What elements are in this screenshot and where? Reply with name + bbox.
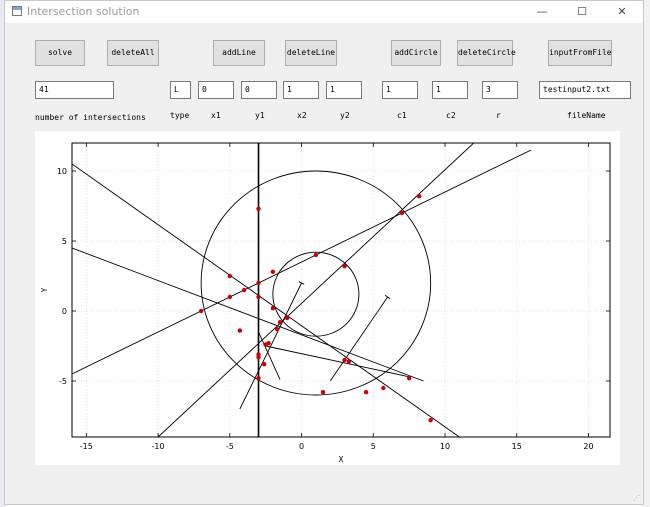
title-bar: Intersection solution — ☐ ✕ (5, 1, 643, 23)
y-tick-label: 10 (57, 167, 67, 176)
segment-shape (239, 282, 302, 410)
c2-field[interactable]: 1 (432, 81, 468, 99)
maximize-icon[interactable]: ☐ (565, 1, 599, 23)
x-tick-label: -15 (80, 442, 93, 451)
x-tick-label: 0 (299, 442, 304, 451)
type-field[interactable]: L (170, 81, 191, 99)
intersection-point (406, 376, 412, 381)
intersection-point (256, 294, 261, 300)
intersection-point (320, 390, 326, 395)
x-tick-label: 20 (583, 442, 593, 451)
intersection-point (399, 210, 405, 216)
file-name-field[interactable]: testinput2.txt (539, 81, 631, 99)
y2-field[interactable]: 1 (326, 81, 362, 99)
y2-label: y2 (340, 111, 350, 120)
line-shape (72, 149, 532, 375)
x2-label: x2 (297, 111, 307, 120)
y-tick-label: 5 (62, 237, 67, 246)
y1-label: y1 (255, 111, 265, 120)
intersection-plot[interactable]: -15 -10 -5 0 5 10 15 20 -5 0 5 10 X Y (35, 131, 620, 465)
intersection-point (342, 264, 347, 269)
r-label: r (496, 111, 501, 120)
c2-label: c2 (446, 111, 456, 120)
intersection-point (256, 355, 261, 360)
delete-line-button[interactable]: deleteLine (285, 40, 337, 66)
intersection-point (277, 320, 283, 325)
line-shape (72, 163, 460, 437)
y-tick-label: -5 (59, 377, 67, 386)
intersection-point (270, 269, 276, 274)
x-tick-label: 15 (512, 442, 522, 451)
plot-frame (71, 142, 611, 438)
intersection-point (428, 418, 433, 423)
resize-grip-icon[interactable]: ⋰ (633, 494, 641, 502)
x-tick-label: -5 (226, 442, 234, 451)
x2-field[interactable]: 1 (283, 81, 319, 99)
intersection-point (237, 328, 243, 333)
c1-label: c1 (397, 111, 407, 120)
plot-canvas[interactable]: -15 -10 -5 0 5 10 15 20 -5 0 5 10 X Y (35, 131, 620, 465)
x1-field[interactable]: 0 (198, 81, 234, 99)
ray-shape (258, 331, 281, 380)
intersections-count-field[interactable]: 41 (35, 81, 114, 99)
intersection-point (346, 359, 352, 364)
minimize-icon[interactable]: — (525, 1, 559, 23)
intersection-point (256, 280, 261, 286)
y-axis-label: Y (40, 287, 49, 292)
window-title: Intersection solution (27, 5, 140, 18)
intersection-point (381, 385, 386, 391)
circle-shape (200, 170, 432, 396)
x-axis-label: X (339, 455, 344, 464)
intersection-point (342, 357, 347, 363)
intersection-point (416, 194, 422, 199)
c1-field[interactable]: 1 (382, 81, 418, 99)
intersection-point (263, 342, 268, 347)
intersection-point (262, 362, 267, 367)
y-tick-label: 0 (62, 307, 67, 316)
intersection-point (198, 308, 204, 314)
x-tick-label: -10 (152, 442, 165, 451)
x-tick-label: 5 (371, 442, 376, 451)
intersection-point (241, 287, 247, 293)
intersection-point (363, 390, 369, 395)
intersections-label: number of intersections (35, 113, 146, 122)
intersection-point (256, 376, 261, 381)
delete-circle-button[interactable]: deleteCircle (457, 40, 516, 66)
intersection-point (313, 252, 319, 258)
line-shape (157, 143, 475, 437)
input-from-file-button[interactable]: inputFromFile (548, 40, 612, 66)
intersection-point (274, 327, 280, 332)
intersection-point (227, 294, 233, 300)
intersection-point (270, 306, 276, 311)
file-name-label: fileName (567, 111, 606, 120)
add-line-button[interactable]: addLine (213, 40, 265, 66)
line-shape (72, 247, 424, 382)
app-window-icon (12, 6, 22, 16)
segment-shape (329, 296, 388, 382)
add-circle-button[interactable]: addCircle (391, 40, 441, 66)
intersection-point (256, 206, 261, 211)
close-icon[interactable]: ✕ (605, 1, 639, 23)
app-window: Intersection solution — ☐ ✕ solve delete… (4, 0, 644, 505)
solve-button[interactable]: solve (35, 40, 85, 66)
intersection-point (285, 315, 290, 321)
x1-label: x1 (211, 111, 221, 120)
intersection-point (227, 273, 233, 279)
type-label: type (170, 111, 190, 120)
r-field[interactable]: 3 (482, 81, 518, 99)
delete-all-button[interactable]: deleteAll (107, 40, 159, 66)
y1-field[interactable]: 0 (241, 81, 277, 99)
x-tick-label: 10 (440, 442, 450, 451)
segment-endcap (384, 294, 391, 300)
